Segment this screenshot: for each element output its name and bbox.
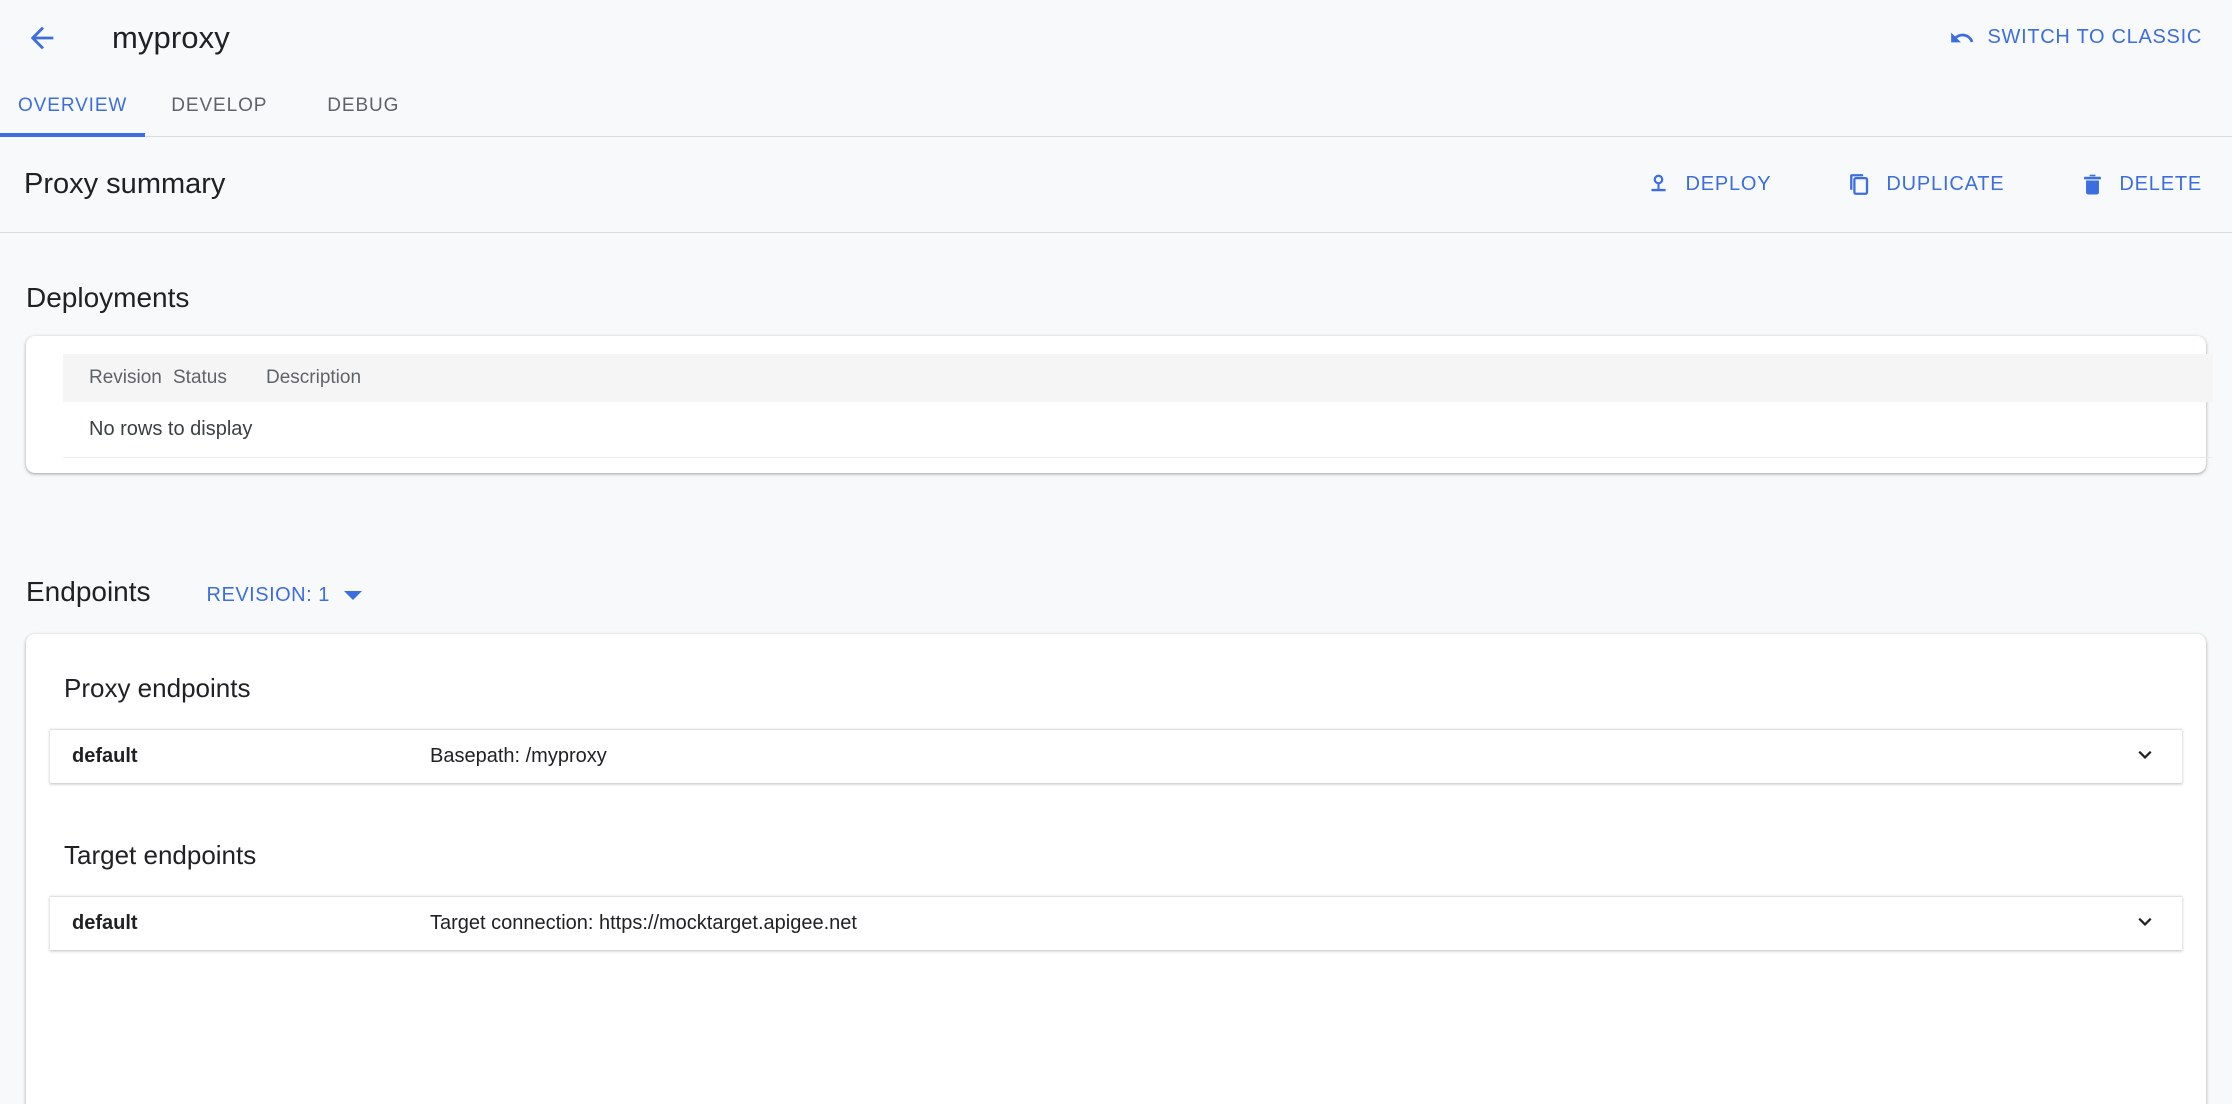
deploy-label: DEPLOY <box>1685 173 1772 195</box>
duplicate-button[interactable]: DUPLICATE <box>1845 166 2006 203</box>
target-endpoint-row[interactable]: default Target connection: https://mockt… <box>50 896 2182 950</box>
proxy-endpoint-expand-button[interactable] <box>2130 741 2160 772</box>
tab-overview[interactable]: OVERVIEW <box>0 75 146 137</box>
top-bar: myproxy SWITCH TO CLASSIC <box>0 0 2232 75</box>
arrow-back-icon <box>25 21 59 55</box>
tab-debug[interactable]: DEBUG <box>293 75 433 136</box>
tab-overview-label: OVERVIEW <box>18 94 128 116</box>
proxy-summary-bar: Proxy summary DEPLOY DUPLICATE DELETE <box>0 137 2232 233</box>
chevron-down-icon <box>2132 741 2158 772</box>
deployments-table-header: Revision Status Description <box>63 354 2213 402</box>
tab-develop-label: DEVELOP <box>171 94 268 116</box>
tab-develop[interactable]: DEVELOP <box>145 75 293 136</box>
proxy-overview-page: myproxy SWITCH TO CLASSIC OVERVIEW DEVEL… <box>0 0 2232 1104</box>
copy-icon <box>1847 172 1872 197</box>
proxy-summary-title: Proxy summary <box>24 168 226 200</box>
switch-to-classic-label: SWITCH TO CLASSIC <box>1987 26 2202 48</box>
proxy-endpoint-name: default <box>72 745 138 767</box>
target-endpoints-group: Target endpoints default Target connecti… <box>50 831 2182 950</box>
column-header-status[interactable]: Status <box>173 367 266 389</box>
deploy-button[interactable]: DEPLOY <box>1644 166 1773 203</box>
trash-icon <box>2080 172 2105 197</box>
endpoints-section-title: Endpoints <box>26 576 151 607</box>
tab-bar: OVERVIEW DEVELOP DEBUG <box>0 75 2232 137</box>
proxy-endpoints-group: Proxy endpoints default Basepath: /mypro… <box>50 664 2182 783</box>
content-area: Deployments Revision Status Description … <box>0 233 2232 1104</box>
no-rows-message: No rows to display <box>89 418 253 440</box>
back-button[interactable] <box>18 14 66 62</box>
deployments-table: Revision Status Description No rows to d… <box>63 354 2213 458</box>
endpoints-card: Proxy endpoints default Basepath: /mypro… <box>26 634 2206 1104</box>
column-header-description[interactable]: Description <box>266 367 2213 389</box>
chevron-down-icon <box>2132 908 2158 939</box>
switch-to-classic-button[interactable]: SWITCH TO CLASSIC <box>1947 19 2204 57</box>
target-endpoint-expand-button[interactable] <box>2130 908 2160 939</box>
proxy-endpoint-row[interactable]: default Basepath: /myproxy <box>50 729 2182 783</box>
deployments-table-empty-row: No rows to display <box>63 402 2213 458</box>
revision-selector-label: REVISION: 1 <box>206 584 330 606</box>
deployments-card: Revision Status Description No rows to d… <box>26 336 2213 473</box>
target-endpoint-name: default <box>72 912 138 934</box>
target-endpoint-connection: Target connection: https://mocktarget.ap… <box>430 912 857 934</box>
revision-selector[interactable]: REVISION: 1 <box>207 584 362 607</box>
delete-button[interactable]: DELETE <box>2078 166 2204 203</box>
tab-debug-label: DEBUG <box>327 94 400 116</box>
duplicate-label: DUPLICATE <box>1886 173 2005 195</box>
endpoints-header-row: Endpoints REVISION: 1 <box>18 473 2206 608</box>
proxy-endpoint-basepath: Basepath: /myproxy <box>430 745 607 767</box>
proxy-endpoints-title: Proxy endpoints <box>64 673 251 703</box>
column-header-revision[interactable]: Revision <box>63 367 173 389</box>
deployments-section-title: Deployments <box>26 282 190 313</box>
delete-label: DELETE <box>2119 173 2202 195</box>
target-endpoints-title: Target endpoints <box>64 840 257 870</box>
undo-arrow-icon <box>1949 25 1975 51</box>
deploy-icon <box>1646 172 1671 197</box>
page-title: myproxy <box>112 19 230 55</box>
chevron-down-icon <box>343 591 362 600</box>
